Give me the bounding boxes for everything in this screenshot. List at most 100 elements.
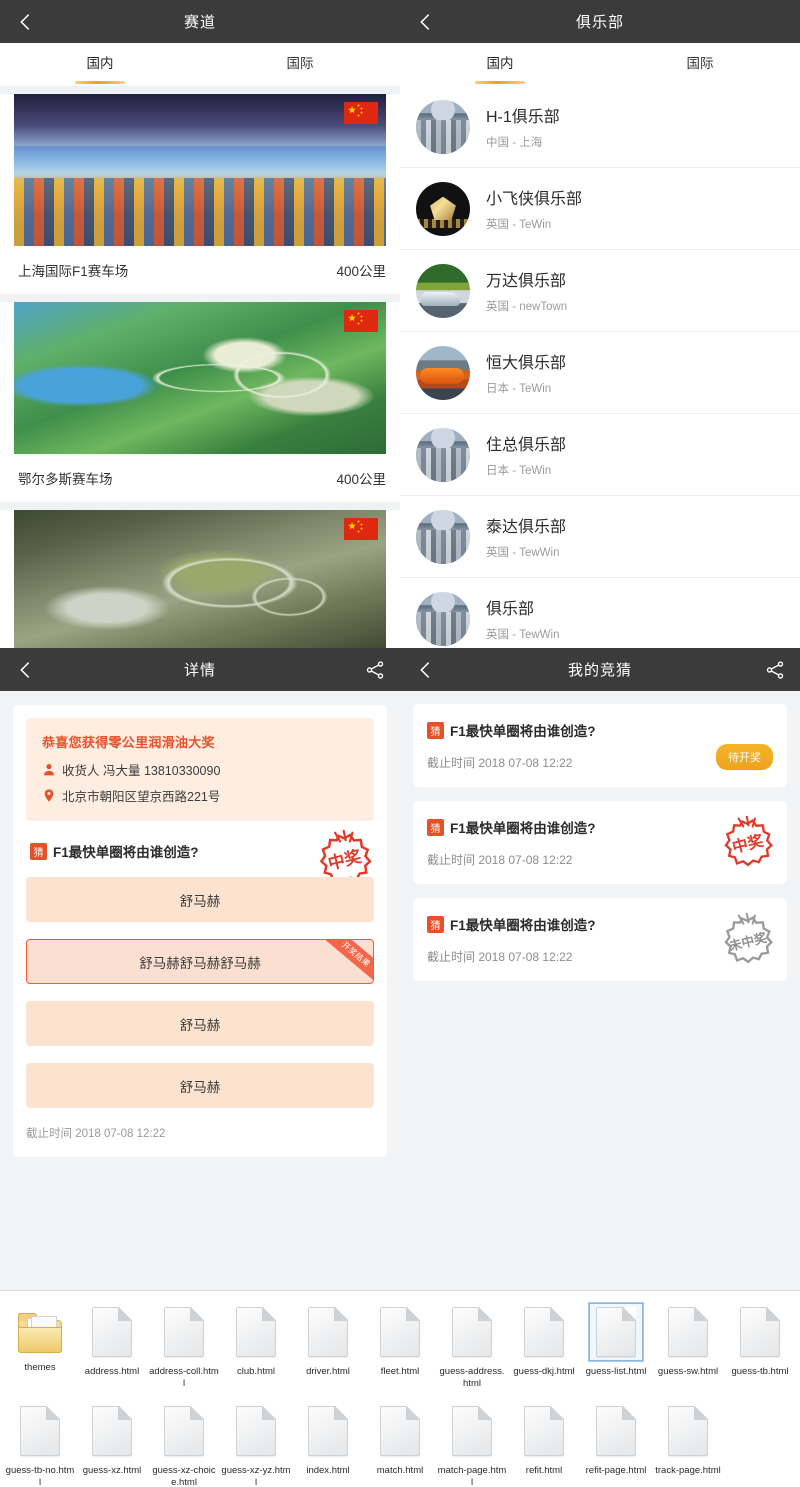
file-item[interactable]: guess-dkj.html bbox=[508, 1297, 580, 1392]
file-name: club.html bbox=[236, 1366, 275, 1377]
file-item[interactable]: guess-tb-no.html bbox=[4, 1396, 76, 1487]
track-distance: 400公里 bbox=[336, 264, 386, 279]
club-navbar: 俱乐部 bbox=[400, 0, 800, 43]
club-location: 英国 - TewWin bbox=[486, 629, 560, 641]
list-item[interactable]: 恒大俱乐部 日本 - TeWin bbox=[400, 332, 800, 414]
list-item[interactable]: 俱乐部 英国 - TewWin bbox=[400, 578, 800, 648]
file-item[interactable]: match.html bbox=[364, 1396, 436, 1487]
file-item[interactable]: guess-xz-choice.html bbox=[148, 1396, 220, 1487]
file-name: guess-list.html bbox=[585, 1366, 647, 1377]
file-item[interactable]: track-page.html bbox=[652, 1396, 724, 1487]
option-button[interactable]: 舒马赫 bbox=[26, 877, 374, 922]
tab-club-international[interactable]: 国际 bbox=[600, 43, 800, 86]
tab-underline bbox=[675, 81, 725, 84]
file-name: refit-page.html bbox=[585, 1464, 647, 1476]
club-name: 泰达俱乐部 bbox=[486, 519, 567, 536]
option-button[interactable]: 舒马赫 bbox=[26, 1063, 374, 1108]
back-icon[interactable] bbox=[414, 659, 436, 681]
track-meta: 鄂尔多斯赛车场 400公里 bbox=[0, 454, 400, 502]
file-item[interactable]: guess-address.html bbox=[436, 1297, 508, 1392]
club-location: 日本 - TeWin bbox=[486, 383, 552, 395]
club-name: 万达俱乐部 bbox=[486, 273, 567, 290]
page-title: 详情 bbox=[183, 662, 216, 679]
list-item[interactable]: 万达俱乐部 英国 - newTown bbox=[400, 250, 800, 332]
track-tabs: 国内 国际 bbox=[0, 43, 400, 86]
tab-track-domestic[interactable]: 国内 bbox=[0, 43, 200, 86]
guess-card[interactable]: 猜 F1最快单圈将由谁创造? 截止时间 2018 07-08 12:22 中奖 bbox=[413, 801, 787, 884]
back-icon[interactable] bbox=[414, 11, 436, 33]
track-name: 鄂尔多斯赛车场 bbox=[18, 472, 113, 487]
option-label: 舒马赫 bbox=[179, 893, 221, 909]
list-item[interactable]: 泰达俱乐部 英国 - TewWin bbox=[400, 496, 800, 578]
track-photo bbox=[14, 94, 386, 246]
file-name: driver.html bbox=[306, 1366, 350, 1377]
file-explorer: themes address.html address-coll.html club.… bbox=[0, 1290, 800, 1487]
tab-club-domestic[interactable]: 国内 bbox=[400, 43, 600, 86]
club-location: 日本 - TeWin bbox=[486, 465, 552, 477]
track-card[interactable]: 鄂尔多斯赛车场 400公里 bbox=[0, 302, 400, 502]
cn-flag-icon bbox=[344, 102, 378, 124]
file-item[interactable]: guess-sw.html bbox=[652, 1297, 724, 1392]
guess-question: F1最快单圈将由谁创造? bbox=[450, 724, 596, 739]
file-item[interactable]: club.html bbox=[220, 1297, 292, 1392]
avatar bbox=[416, 181, 470, 236]
document-icon bbox=[445, 1303, 499, 1361]
file-name: match.html bbox=[376, 1464, 424, 1476]
option-label: 舒马赫舒马赫舒马赫 bbox=[139, 955, 261, 971]
track-distance: 400公里 bbox=[336, 472, 386, 487]
file-item[interactable]: refit.html bbox=[508, 1396, 580, 1487]
file-name: fleet.html bbox=[380, 1366, 420, 1377]
track-card[interactable]: 上海国际F1赛车场 400公里 bbox=[0, 94, 400, 294]
track-scroll-area[interactable]: 上海国际F1赛车场 400公里 鄂尔多斯赛车场 400公里 bbox=[0, 86, 400, 648]
document-icon bbox=[588, 1302, 644, 1362]
file-item[interactable]: guess-xz-yz.html bbox=[220, 1396, 292, 1487]
person-icon bbox=[42, 762, 56, 777]
guess-navbar: 我的竞猜 bbox=[400, 648, 800, 691]
back-icon[interactable] bbox=[14, 659, 36, 681]
document-icon bbox=[229, 1402, 283, 1460]
document-icon bbox=[301, 1303, 355, 1361]
file-item[interactable]: index.html bbox=[292, 1396, 364, 1487]
file-item[interactable]: fleet.html bbox=[364, 1297, 436, 1392]
track-card[interactable] bbox=[0, 510, 400, 648]
deadline-text: 截止时间 2018 07-08 12:22 bbox=[26, 1128, 166, 1140]
document-icon bbox=[517, 1303, 571, 1361]
option-button[interactable]: 舒马赫 bbox=[26, 1001, 374, 1046]
back-icon[interactable] bbox=[14, 11, 36, 33]
guess-card[interactable]: 猜 F1最快单圈将由谁创造? 截止时间 2018 07-08 12:22 待开奖 bbox=[413, 704, 787, 787]
club-location: 英国 - TeWin bbox=[486, 219, 552, 231]
file-name: address-coll.html bbox=[149, 1366, 219, 1389]
file-item[interactable]: address-coll.html bbox=[148, 1297, 220, 1392]
folder-item[interactable]: themes bbox=[4, 1297, 76, 1392]
club-scroll-area[interactable]: H-1俱乐部 中国 - 上海 小飞侠俱乐部 英国 - TeWin 万达俱乐部 英… bbox=[400, 86, 800, 648]
share-icon[interactable] bbox=[364, 659, 386, 681]
list-item[interactable]: 小飞侠俱乐部 英国 - TeWin bbox=[400, 168, 800, 250]
file-item[interactable]: driver.html bbox=[292, 1297, 364, 1392]
list-item[interactable]: H-1俱乐部 中国 - 上海 bbox=[400, 86, 800, 168]
file-item[interactable]: guess-xz.html bbox=[76, 1396, 148, 1487]
guess-badge: 猜 bbox=[427, 915, 444, 933]
option-button-selected[interactable]: 舒马赫舒马赫舒马赫 开奖结果 bbox=[26, 939, 374, 984]
avatar bbox=[416, 509, 470, 564]
document-icon bbox=[517, 1402, 571, 1460]
file-item[interactable]: match-page.html bbox=[436, 1396, 508, 1487]
tab-label: 国际 bbox=[686, 55, 714, 71]
receiver-text: 收货人 冯大量 13810330090 bbox=[62, 764, 221, 778]
guess-card[interactable]: 猜 F1最快单圈将由谁创造? 截止时间 2018 07-08 12:22 未中奖 bbox=[413, 898, 787, 981]
file-item[interactable]: address.html bbox=[76, 1297, 148, 1392]
share-icon[interactable] bbox=[764, 659, 786, 681]
guess-body: 猜 F1最快单圈将由谁创造? 截止时间 2018 07-08 12:22 待开奖… bbox=[400, 691, 800, 1008]
file-grid[interactable]: themes address.html address-coll.html club.… bbox=[0, 1291, 800, 1487]
file-name: index.html bbox=[306, 1464, 350, 1476]
file-item[interactable]: refit-page.html bbox=[580, 1396, 652, 1487]
file-name: match-page.html bbox=[437, 1464, 507, 1487]
tab-underline bbox=[275, 81, 325, 84]
file-item[interactable]: guess-list.html bbox=[580, 1297, 652, 1392]
page-title: 俱乐部 bbox=[575, 14, 624, 31]
tab-underline bbox=[475, 81, 525, 84]
file-item[interactable]: guess-tb.html bbox=[724, 1297, 796, 1392]
list-item[interactable]: 住总俱乐部 日本 - TeWin bbox=[400, 414, 800, 496]
tab-track-international[interactable]: 国际 bbox=[200, 43, 400, 86]
document-icon bbox=[661, 1303, 715, 1361]
document-icon bbox=[13, 1402, 67, 1460]
